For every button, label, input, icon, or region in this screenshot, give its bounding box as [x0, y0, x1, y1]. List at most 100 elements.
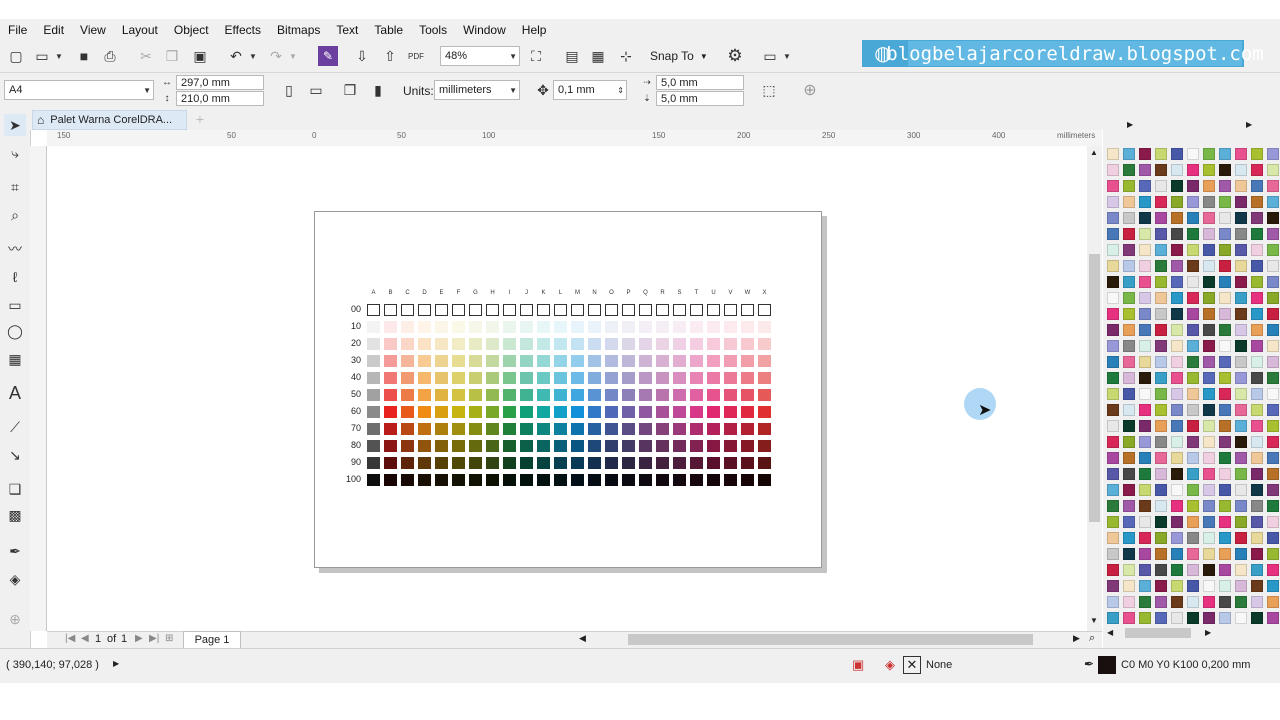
- palette-swatch[interactable]: [1219, 500, 1231, 512]
- palette-swatch[interactable]: [1219, 372, 1231, 384]
- palette-swatch[interactable]: [1139, 436, 1151, 448]
- color-swatch-cell[interactable]: [656, 355, 669, 367]
- palette-swatch[interactable]: [1203, 244, 1215, 256]
- undo-icon[interactable]: ↶: [226, 46, 246, 66]
- menu-item-table[interactable]: Table: [366, 23, 411, 37]
- color-swatch-cell[interactable]: [724, 372, 737, 384]
- palette-swatch[interactable]: [1219, 484, 1231, 496]
- color-swatch-cell[interactable]: [469, 321, 482, 333]
- palette-swatch[interactable]: [1139, 388, 1151, 400]
- pick-tool-icon[interactable]: ➤: [4, 114, 26, 136]
- palette-swatch[interactable]: [1139, 500, 1151, 512]
- palette-swatch[interactable]: [1203, 404, 1215, 416]
- color-swatch-cell[interactable]: [384, 474, 397, 486]
- palette-swatch[interactable]: [1107, 484, 1119, 496]
- palette-swatch[interactable]: [1187, 148, 1199, 160]
- palette-swatch[interactable]: [1251, 532, 1263, 544]
- palette-swatch[interactable]: [1219, 340, 1231, 352]
- color-swatch-cell[interactable]: [605, 338, 618, 350]
- palette-swatch[interactable]: [1251, 356, 1263, 368]
- palette-swatch[interactable]: [1235, 324, 1247, 336]
- color-swatch-cell[interactable]: [758, 474, 771, 486]
- color-swatch-cell[interactable]: [503, 355, 516, 367]
- palette-swatch[interactable]: [1219, 612, 1231, 624]
- color-swatch-cell[interactable]: [452, 457, 465, 469]
- palette-swatch[interactable]: [1139, 292, 1151, 304]
- color-swatch-cell[interactable]: [741, 440, 754, 452]
- color-swatch-cell[interactable]: [537, 355, 550, 367]
- color-swatch-cell[interactable]: [554, 338, 567, 350]
- color-swatch-cell[interactable]: [503, 440, 516, 452]
- palette-swatch[interactable]: [1139, 612, 1151, 624]
- palette-scroll-left-icon[interactable]: ◀: [1107, 628, 1113, 637]
- menu-item-object[interactable]: Object: [166, 23, 217, 37]
- color-swatch-cell[interactable]: [605, 457, 618, 469]
- palette-swatch[interactable]: [1203, 228, 1215, 240]
- palette-swatch[interactable]: [1171, 164, 1183, 176]
- color-swatch-cell[interactable]: [452, 406, 465, 418]
- color-swatch-cell[interactable]: [673, 457, 686, 469]
- color-swatch-cell[interactable]: [367, 338, 380, 350]
- palette-swatch[interactable]: [1203, 580, 1215, 592]
- palette-swatch[interactable]: [1267, 292, 1279, 304]
- palette-swatch[interactable]: [1219, 548, 1231, 560]
- chevron-down-icon[interactable]: ▼: [509, 86, 517, 95]
- color-swatch-cell[interactable]: [571, 406, 584, 418]
- palette-swatch[interactable]: [1123, 532, 1135, 544]
- palette-swatch[interactable]: [1203, 148, 1215, 160]
- palette-swatch[interactable]: [1171, 500, 1183, 512]
- search-content-icon[interactable]: ✎: [318, 46, 338, 66]
- palette-swatch[interactable]: [1155, 564, 1167, 576]
- color-swatch-cell[interactable]: [588, 304, 601, 316]
- color-swatch-cell[interactable]: [741, 372, 754, 384]
- palette-swatch[interactable]: [1107, 260, 1119, 272]
- palette-swatch[interactable]: [1171, 564, 1183, 576]
- palette-swatch[interactable]: [1155, 516, 1167, 528]
- palette-swatch[interactable]: [1123, 292, 1135, 304]
- palette-swatch[interactable]: [1139, 532, 1151, 544]
- color-swatch-cell[interactable]: [758, 423, 771, 435]
- color-swatch-cell[interactable]: [690, 321, 703, 333]
- undo-dropdown-icon[interactable]: ▼: [248, 46, 258, 66]
- palette-swatch[interactable]: [1139, 276, 1151, 288]
- palette-swatch[interactable]: [1251, 516, 1263, 528]
- palette-swatch[interactable]: [1267, 148, 1279, 160]
- palette-swatch[interactable]: [1267, 372, 1279, 384]
- eyedropper-icon[interactable]: ✒: [4, 540, 26, 562]
- palette-swatch[interactable]: [1123, 276, 1135, 288]
- outline-pen-icon[interactable]: ✒: [1084, 657, 1094, 671]
- palette-scroll-up-icon[interactable]: ▶: [1127, 120, 1133, 129]
- color-swatch-cell[interactable]: [452, 440, 465, 452]
- color-swatch-cell[interactable]: [554, 321, 567, 333]
- palette-swatch[interactable]: [1171, 420, 1183, 432]
- palette-swatch[interactable]: [1171, 484, 1183, 496]
- palette-swatch[interactable]: [1171, 516, 1183, 528]
- palette-swatch[interactable]: [1235, 580, 1247, 592]
- color-swatch-cell[interactable]: [401, 406, 414, 418]
- color-swatch-cell[interactable]: [622, 423, 635, 435]
- palette-swatch[interactable]: [1235, 500, 1247, 512]
- color-swatch-cell[interactable]: [724, 389, 737, 401]
- color-swatch-cell[interactable]: [435, 338, 448, 350]
- palette-swatch[interactable]: [1267, 484, 1279, 496]
- palette-swatch[interactable]: [1251, 372, 1263, 384]
- color-swatch-cell[interactable]: [741, 389, 754, 401]
- palette-swatch[interactable]: [1235, 292, 1247, 304]
- artistic-media-icon[interactable]: ℓ: [4, 266, 26, 288]
- color-swatch-cell[interactable]: [486, 423, 499, 435]
- palette-swatch[interactable]: [1155, 388, 1167, 400]
- palette-swatch[interactable]: [1187, 532, 1199, 544]
- color-swatch-cell[interactable]: [367, 423, 380, 435]
- color-swatch-cell[interactable]: [503, 406, 516, 418]
- palette-swatch[interactable]: [1251, 180, 1263, 192]
- palette-swatch[interactable]: [1251, 420, 1263, 432]
- color-swatch-cell[interactable]: [435, 474, 448, 486]
- add-page-icon[interactable]: ⊞: [165, 633, 173, 644]
- color-swatch-cell[interactable]: [724, 355, 737, 367]
- palette-swatch[interactable]: [1107, 356, 1119, 368]
- crop-tool-icon[interactable]: ⌗: [4, 176, 26, 198]
- color-swatch-cell[interactable]: [605, 372, 618, 384]
- palette-swatch[interactable]: [1107, 500, 1119, 512]
- connector-tool-icon[interactable]: ↘: [4, 444, 26, 466]
- palette-swatch[interactable]: [1251, 596, 1263, 608]
